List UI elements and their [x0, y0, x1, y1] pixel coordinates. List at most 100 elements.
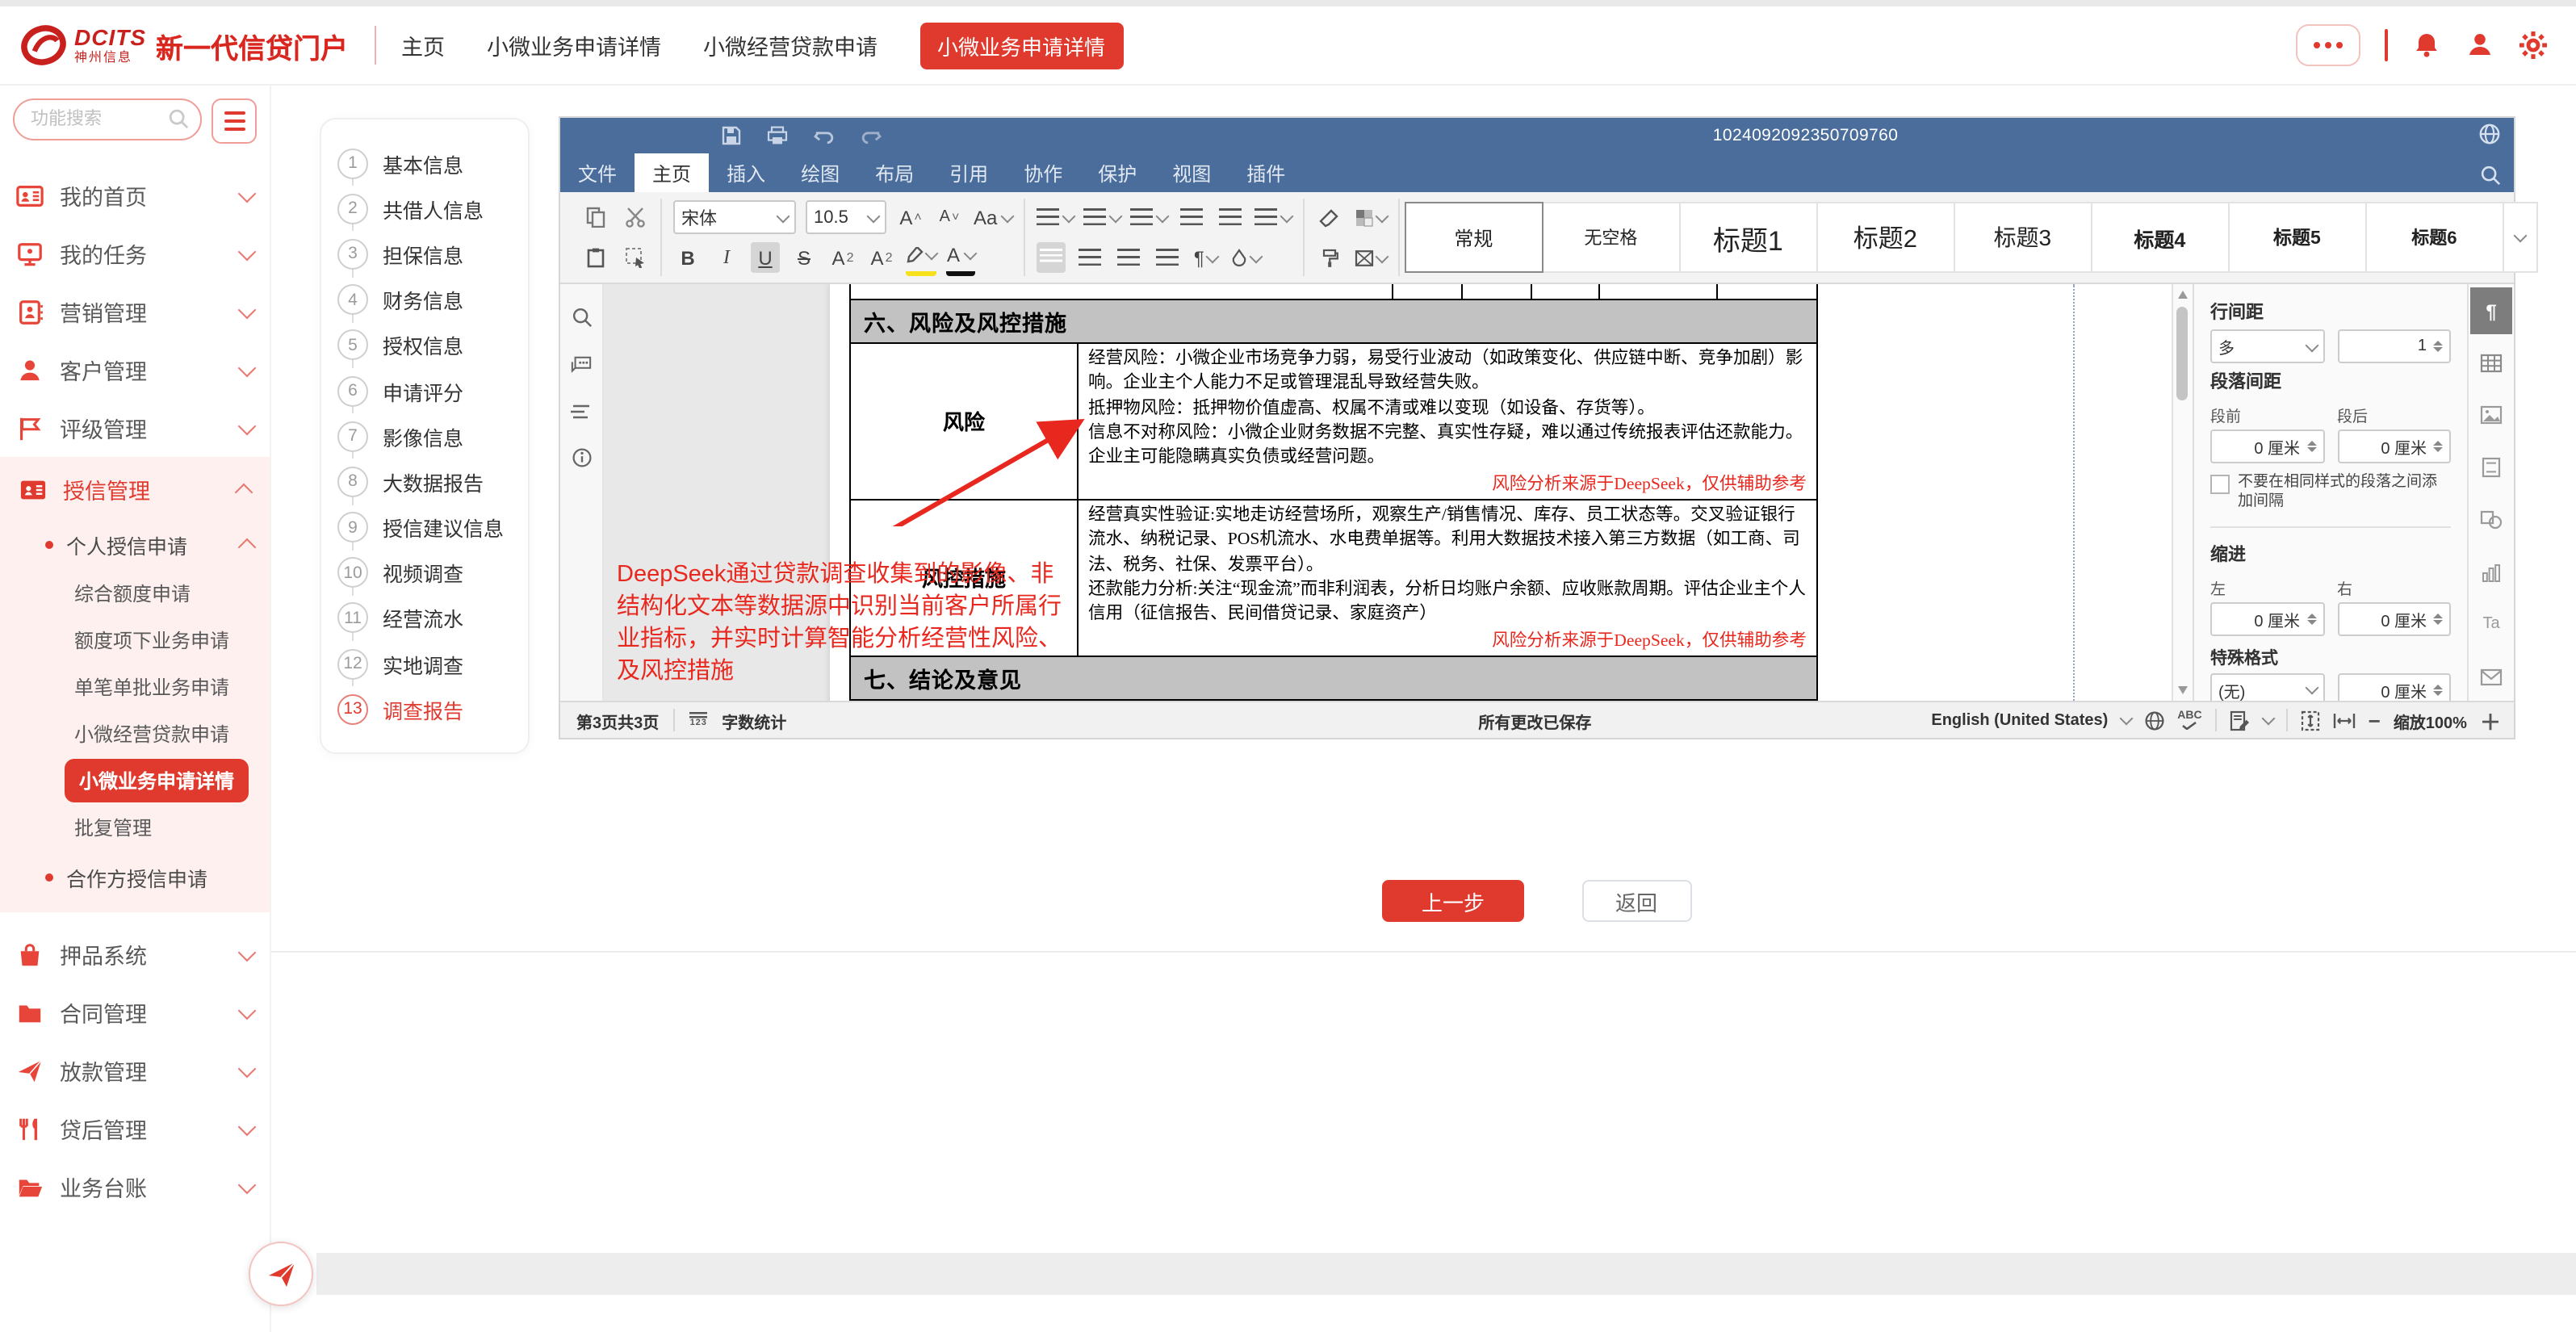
style-heading5[interactable]: 标题5: [2227, 202, 2366, 273]
shapes-panel-tab[interactable]: [2470, 496, 2512, 544]
shading-button[interactable]: [1229, 242, 1260, 273]
save-icon[interactable]: [722, 126, 741, 145]
sidebar-item-single-batch[interactable]: 单笔单批业务申请: [16, 664, 253, 710]
sidebar-item-my-home[interactable]: 我的首页: [13, 166, 257, 224]
decrease-indent-button[interactable]: [1176, 202, 1205, 232]
indent-right-spinner[interactable]: 0 厘米: [2337, 601, 2451, 635]
step-business-flow[interactable]: 11经营流水: [337, 596, 512, 641]
track-changes-icon[interactable]: [2230, 710, 2251, 731]
decrease-font-button[interactable]: A˅: [935, 202, 964, 232]
sidebar-item-personal-credit-apply[interactable]: 个人授信申请: [16, 518, 253, 570]
menu-tab-file[interactable]: 文件: [560, 153, 635, 192]
document-canvas[interactable]: 六、风险及风控措施 风险 经营风险：小微企业市场竞争力弱，易受行业波动（如政策变…: [604, 284, 2172, 701]
menu-tab-protect[interactable]: 保护: [1080, 153, 1154, 192]
step-imaging[interactable]: 7影像信息: [337, 413, 512, 459]
step-field-survey[interactable]: 12实地调查: [337, 641, 512, 686]
back-button[interactable]: 返回: [1581, 880, 1691, 922]
previous-step-button[interactable]: 上一步: [1383, 880, 1523, 922]
find-icon[interactable]: [571, 307, 592, 328]
no-space-same-style-checkbox[interactable]: 不要在相同样式的段落之间添加间隔: [2210, 473, 2451, 513]
sidebar-item-collateral[interactable]: 押品系统: [13, 925, 257, 983]
fit-page-icon[interactable]: [2301, 710, 2320, 731]
language-selector[interactable]: English (United States): [1931, 711, 2108, 729]
eraser-button[interactable]: [1315, 202, 1344, 232]
underline-button[interactable]: U: [751, 242, 780, 273]
sidebar-item-my-tasks[interactable]: 我的任务: [13, 224, 257, 283]
fit-width-icon[interactable]: [2333, 711, 2356, 729]
nav-tab-micro-detail[interactable]: 小微业务申请详情: [487, 29, 661, 61]
step-finance[interactable]: 4财务信息: [337, 277, 512, 322]
gear-icon[interactable]: [2518, 31, 2547, 60]
font-color-button[interactable]: A: [946, 240, 975, 275]
word-count-label[interactable]: 字数统计: [722, 708, 786, 732]
menu-tab-insert[interactable]: 插入: [709, 153, 783, 192]
border-shading-button[interactable]: [1354, 202, 1386, 232]
spellcheck-icon[interactable]: ABC: [2177, 710, 2201, 730]
step-guarantee[interactable]: 3担保信息: [337, 232, 512, 277]
canvas-scrollbar[interactable]: [2172, 284, 2193, 701]
style-heading1[interactable]: 标题1: [1678, 202, 1817, 273]
superscript-button[interactable]: A2: [828, 242, 857, 273]
multilevel-list-button[interactable]: [1129, 202, 1167, 232]
status-globe-icon[interactable]: [2143, 710, 2164, 731]
highlight-color-button[interactable]: [906, 240, 936, 275]
sidebar-item-credit-management[interactable]: 授信管理: [16, 460, 253, 518]
zoom-in-button[interactable]: ＋: [2480, 705, 2501, 735]
comments-icon[interactable]: [570, 355, 593, 376]
step-basic-info[interactable]: 1基本信息: [337, 140, 512, 186]
step-survey-report[interactable]: 13调查报告: [337, 687, 512, 732]
menu-tab-draw[interactable]: 绘图: [783, 153, 857, 192]
style-no-spacing[interactable]: 无空格: [1541, 202, 1680, 273]
sidebar-item-rating[interactable]: 评级管理: [13, 399, 257, 457]
italic-button[interactable]: I: [712, 242, 741, 273]
user-profile-icon[interactable]: [2465, 31, 2494, 60]
undo-icon[interactable]: [814, 127, 835, 145]
floating-assistant-button[interactable]: [249, 1242, 313, 1306]
bold-button[interactable]: B: [673, 242, 702, 273]
numbered-list-button[interactable]: [1083, 202, 1120, 232]
font-size-select[interactable]: 10.5: [806, 200, 886, 234]
sidebar-item-approval-management[interactable]: 批复管理: [16, 804, 253, 851]
indent-left-spinner[interactable]: 0 厘米: [2210, 601, 2324, 635]
chart-panel-tab[interactable]: [2470, 549, 2512, 597]
bell-icon[interactable]: [2411, 31, 2440, 60]
cut-button[interactable]: [620, 202, 649, 232]
image-panel-tab[interactable]: [2470, 392, 2512, 440]
info-icon[interactable]: [571, 447, 592, 468]
sidebar-item-contracts[interactable]: 合同管理: [13, 983, 257, 1041]
text-art-panel-tab[interactable]: Ta: [2470, 601, 2512, 649]
sidebar-item-marketing[interactable]: 营销管理: [13, 283, 257, 341]
menu-tab-home[interactable]: 主页: [635, 153, 709, 192]
spacing-after-spinner[interactable]: 0 厘米: [2337, 429, 2451, 463]
line-spacing-value-spinner[interactable]: 1: [2337, 329, 2451, 363]
line-spacing-button[interactable]: [1254, 202, 1291, 232]
step-video-survey[interactable]: 10视频调查: [337, 550, 512, 595]
sidebar-item-business-ledger[interactable]: 业务台账: [13, 1158, 257, 1216]
menu-tab-layout[interactable]: 布局: [857, 153, 932, 192]
style-normal[interactable]: 常规: [1404, 202, 1543, 273]
nav-tab-home[interactable]: 主页: [401, 29, 445, 61]
special-amount-spinner[interactable]: 0 厘米: [2337, 672, 2451, 701]
mail-merge-panel-tab[interactable]: [2470, 653, 2512, 701]
sidebar-item-micro-loan-apply[interactable]: 小微经营贷款申请: [16, 710, 253, 757]
step-bigdata-report[interactable]: 8大数据报告: [337, 459, 512, 505]
menu-tab-collaboration[interactable]: 协作: [1006, 153, 1080, 192]
strikethrough-button[interactable]: S: [790, 242, 819, 273]
font-name-select[interactable]: 宋体: [673, 200, 796, 234]
style-heading6[interactable]: 标题6: [2364, 202, 2503, 273]
subscript-button[interactable]: A2: [867, 242, 896, 273]
zoom-level[interactable]: 缩放100%: [2394, 708, 2467, 732]
sidebar-item-comprehensive-limit[interactable]: 综合额度申请: [16, 570, 253, 617]
outline-icon[interactable]: [570, 404, 593, 420]
align-right-button[interactable]: [1113, 242, 1142, 273]
nav-tab-micro-loan-apply[interactable]: 小微经营贷款申请: [703, 29, 878, 61]
sidebar-item-post-loan[interactable]: 贷后管理: [13, 1100, 257, 1158]
step-authorization[interactable]: 5授权信息: [337, 323, 512, 368]
style-heading3[interactable]: 标题3: [1953, 202, 2092, 273]
increase-font-button[interactable]: A˄: [896, 202, 925, 232]
paragraph-mark-button[interactable]: ¶: [1191, 242, 1220, 273]
scroll-up-icon[interactable]: [2178, 291, 2188, 299]
style-heading2[interactable]: 标题2: [1816, 202, 1954, 273]
step-apply-score[interactable]: 6申请评分: [337, 368, 512, 413]
more-actions-button[interactable]: [2295, 24, 2360, 66]
